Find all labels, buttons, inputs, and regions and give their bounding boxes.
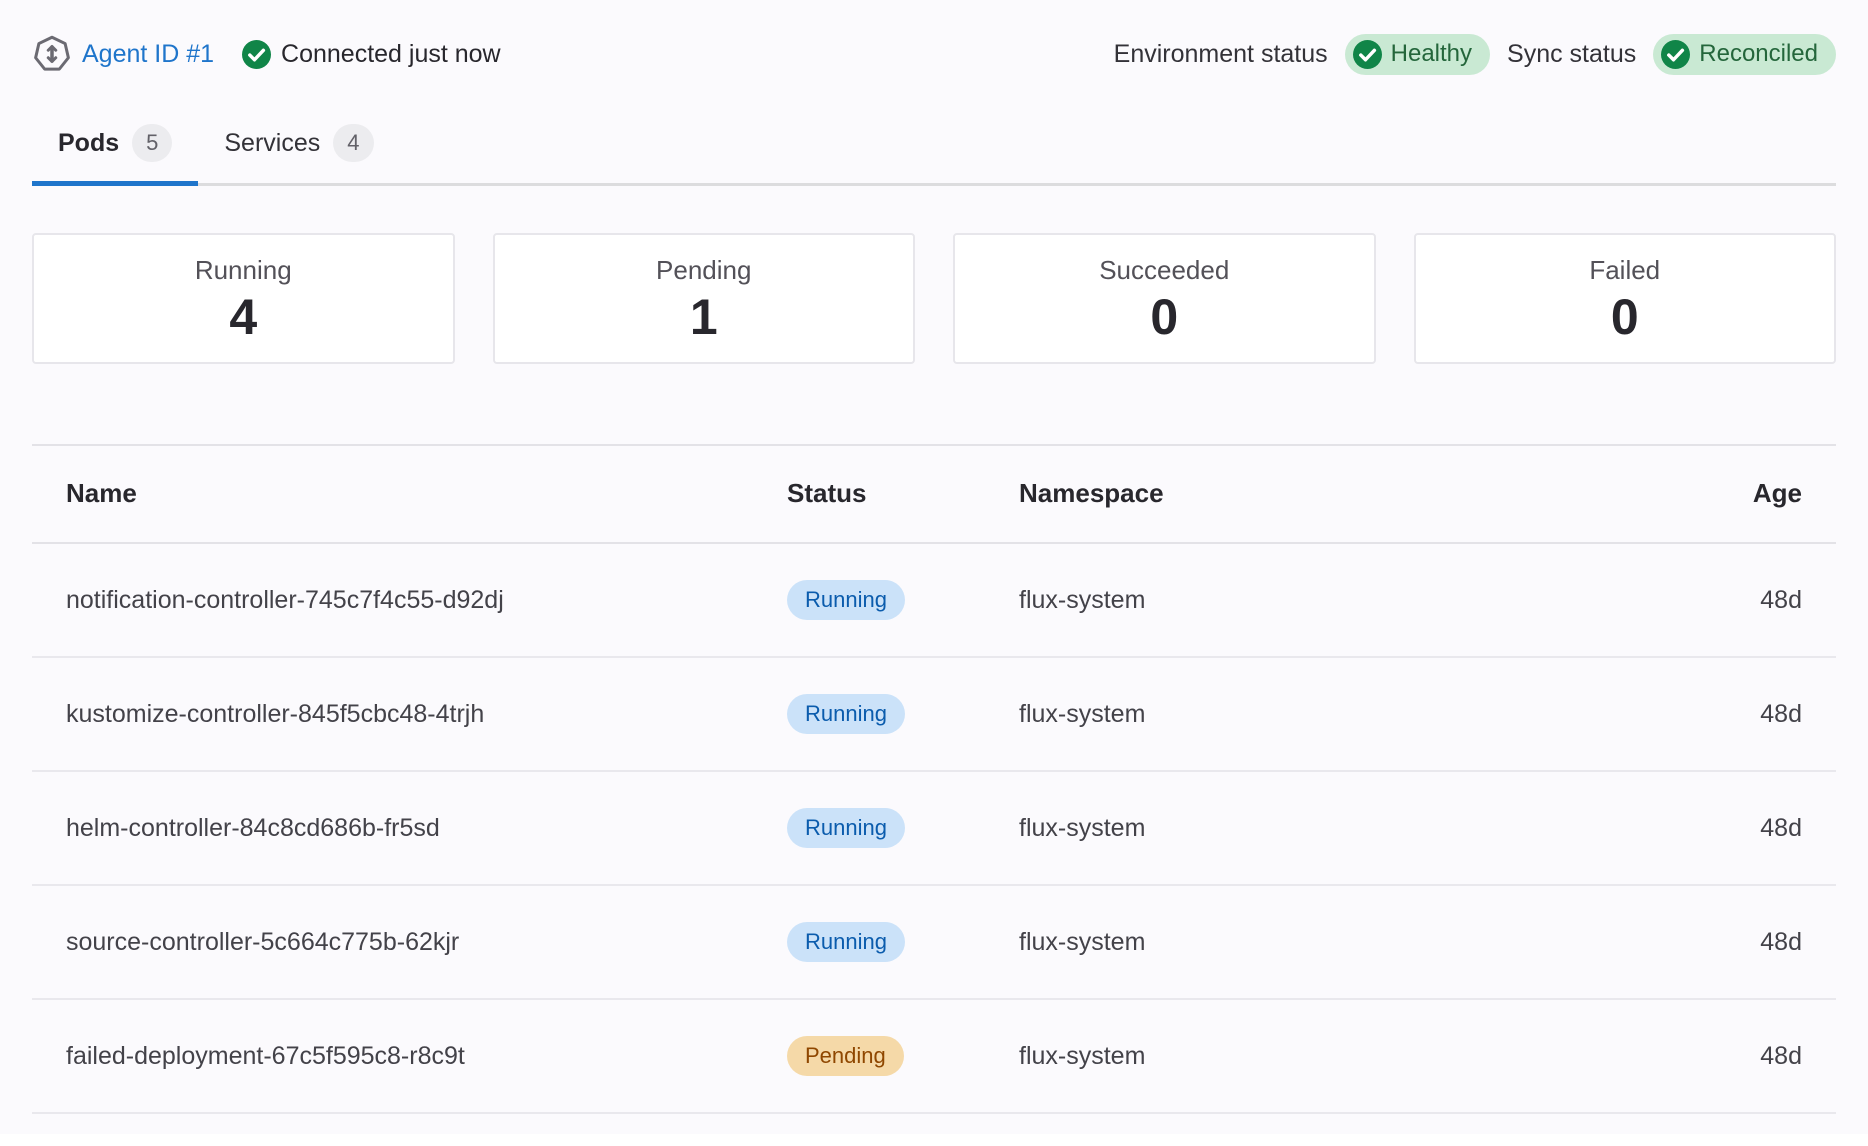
status-badge: Running xyxy=(787,808,905,848)
tab-pods[interactable]: Pods 5 xyxy=(32,105,198,186)
pod-age: 48d xyxy=(1636,543,1836,657)
summary-card-succeeded: Succeeded 0 xyxy=(953,233,1376,364)
summary-card-value: 0 xyxy=(1611,290,1639,345)
table-row: notification-controller-745c7f4c55-d92dj… xyxy=(32,543,1836,657)
summary-card-label: Pending xyxy=(656,255,751,286)
environment-status-badge: Healthy xyxy=(1345,34,1490,75)
status-badge: Running xyxy=(787,694,905,734)
agent-connection-group: Agent ID #1 Connected just now xyxy=(32,34,501,74)
check-circle-icon xyxy=(1353,40,1382,69)
environment-status-label: Environment status xyxy=(1114,40,1328,69)
agent-id-link[interactable]: Agent ID #1 xyxy=(82,40,214,69)
sync-status-label: Sync status xyxy=(1507,40,1636,69)
sync-status-badge: Reconciled xyxy=(1653,34,1836,75)
column-header-status: Status xyxy=(787,445,1019,543)
topbar: Agent ID #1 Connected just now Environme… xyxy=(0,0,1868,78)
pod-namespace: flux-system xyxy=(1019,771,1636,885)
pod-name: failed-deployment-67c5f595c8-r8c9t xyxy=(32,999,787,1113)
pod-name: notification-controller-745c7f4c55-d92dj xyxy=(32,543,787,657)
pod-namespace: flux-system xyxy=(1019,657,1636,771)
tab-pods-count-badge: 5 xyxy=(132,124,172,162)
pod-namespace: flux-system xyxy=(1019,885,1636,999)
table-header-row: Name Status Namespace Age xyxy=(32,445,1836,543)
pod-name: kustomize-controller-845f5cbc48-4trjh xyxy=(32,657,787,771)
pods-table-container: Name Status Namespace Age notification-c… xyxy=(32,444,1836,1114)
summary-card-label: Failed xyxy=(1589,255,1660,286)
pod-age: 48d xyxy=(1636,885,1836,999)
kubernetes-agent-icon xyxy=(32,34,72,74)
tab-services[interactable]: Services 4 xyxy=(198,105,399,186)
pod-name: helm-controller-84c8cd686b-fr5sd xyxy=(32,771,787,885)
status-badge: Running xyxy=(787,922,905,962)
sync-status-badge-text: Reconciled xyxy=(1699,40,1818,69)
agent-dashboard-page: Agent ID #1 Connected just now Environme… xyxy=(0,0,1868,1134)
tab-services-count-badge: 4 xyxy=(333,124,373,162)
pod-name: source-controller-5c664c775b-62kjr xyxy=(32,885,787,999)
pod-namespace: flux-system xyxy=(1019,999,1636,1113)
status-summary-group: Environment status Healthy Sync status R… xyxy=(1114,34,1836,75)
check-circle-icon xyxy=(1661,40,1690,69)
pod-namespace: flux-system xyxy=(1019,543,1636,657)
pods-table: Name Status Namespace Age notification-c… xyxy=(32,444,1836,1114)
summary-card-value: 0 xyxy=(1150,290,1178,345)
pod-age: 48d xyxy=(1636,657,1836,771)
table-row: source-controller-5c664c775b-62kjr Runni… xyxy=(32,885,1836,999)
summary-card-value: 4 xyxy=(229,290,257,345)
summary-card-failed: Failed 0 xyxy=(1414,233,1837,364)
tab-services-label: Services xyxy=(224,129,320,158)
summary-card-pending: Pending 1 xyxy=(493,233,916,364)
resource-tabs: Pods 5 Services 4 xyxy=(32,105,1836,186)
table-row: kustomize-controller-845f5cbc48-4trjh Ru… xyxy=(32,657,1836,771)
pod-age: 48d xyxy=(1636,999,1836,1113)
summary-card-running: Running 4 xyxy=(32,233,455,364)
tab-pods-label: Pods xyxy=(58,129,119,158)
connection-status-text: Connected just now xyxy=(281,40,501,69)
connected-check-icon xyxy=(242,40,271,69)
summary-card-value: 1 xyxy=(690,290,718,345)
environment-status-badge-text: Healthy xyxy=(1391,40,1472,69)
summary-card-label: Succeeded xyxy=(1099,255,1229,286)
column-header-name: Name xyxy=(32,445,787,543)
column-header-namespace: Namespace xyxy=(1019,445,1636,543)
status-badge: Running xyxy=(787,580,905,620)
pod-age: 48d xyxy=(1636,771,1836,885)
summary-card-label: Running xyxy=(195,255,292,286)
column-header-age: Age xyxy=(1636,445,1836,543)
pod-status-summary-cards: Running 4 Pending 1 Succeeded 0 Failed 0 xyxy=(32,233,1836,364)
status-badge: Pending xyxy=(787,1036,904,1076)
table-row: failed-deployment-67c5f595c8-r8c9t Pendi… xyxy=(32,999,1836,1113)
table-row: helm-controller-84c8cd686b-fr5sd Running… xyxy=(32,771,1836,885)
